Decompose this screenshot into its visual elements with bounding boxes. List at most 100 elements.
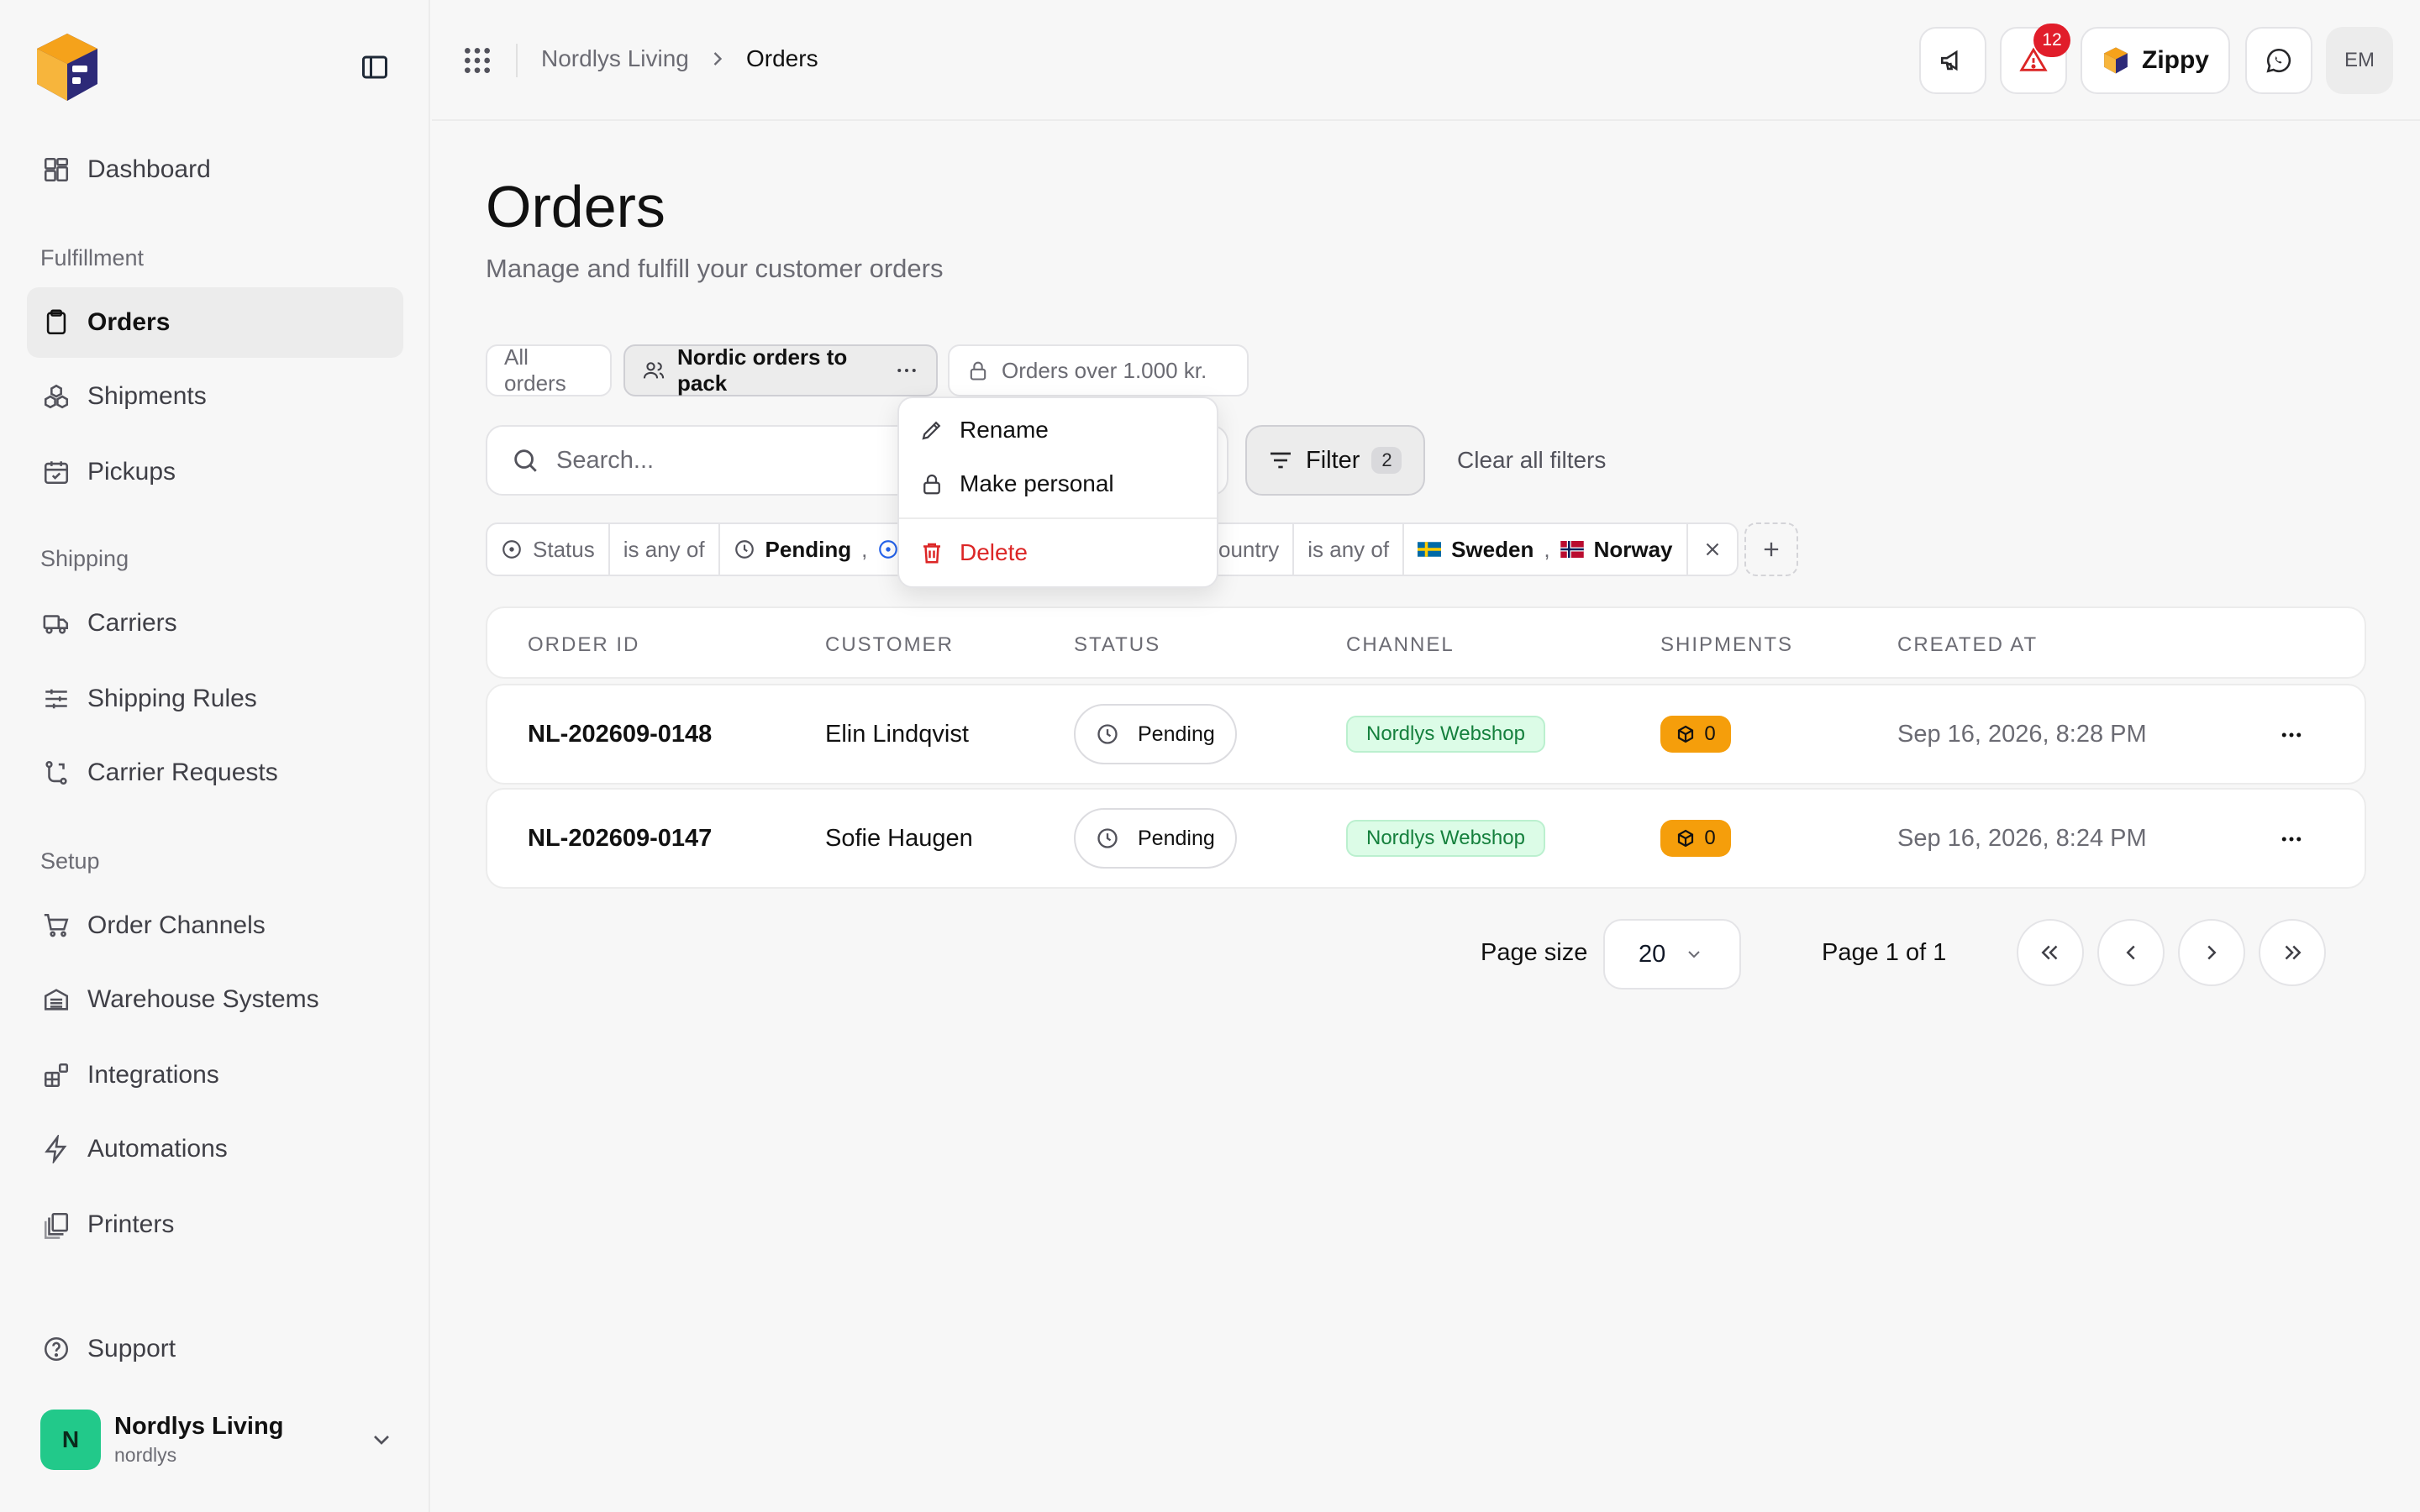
chevron-right-icon xyxy=(2199,940,2224,965)
column-header[interactable]: CREATED AT xyxy=(1897,633,2038,657)
view-context-menu: Rename Make personal Delete xyxy=(897,396,1218,588)
zippy-button[interactable]: Zippy xyxy=(2081,27,2230,94)
page-size-select[interactable]: 20 xyxy=(1603,919,1741,990)
column-header[interactable]: STATUS xyxy=(1074,633,1160,657)
sidebar-item-label: Support xyxy=(87,1335,176,1362)
column-header[interactable]: ORDER ID xyxy=(528,633,639,657)
more-horizontal-icon[interactable] xyxy=(894,358,919,383)
clock-icon xyxy=(734,538,755,560)
page-size-label: Page size xyxy=(1481,939,1588,966)
first-page-button[interactable] xyxy=(2017,919,2084,986)
sidebar-item-automations[interactable]: Automations xyxy=(27,1114,403,1184)
warehouse-icon xyxy=(42,985,71,1014)
tab-nordic-orders[interactable]: Nordic orders to pack xyxy=(623,344,938,396)
next-page-button[interactable] xyxy=(2178,919,2245,986)
menu-item-make-personal[interactable]: Make personal xyxy=(919,470,1114,497)
add-filter-button[interactable] xyxy=(1744,522,1798,576)
announcements-button[interactable] xyxy=(1919,27,1986,94)
shipments-count: 0 xyxy=(1704,722,1716,745)
prev-page-button[interactable] xyxy=(2097,919,2165,986)
trash-icon xyxy=(919,540,944,565)
status-badge: Pending xyxy=(1074,704,1237,764)
sidebar-item-dashboard[interactable]: Dashboard xyxy=(27,134,403,205)
sidebar-item-orders[interactable]: Orders xyxy=(27,287,403,358)
filter-operator[interactable]: is any of xyxy=(1294,524,1405,575)
sidebar-item-label: Carriers xyxy=(87,609,177,637)
sidebar-item-carrier-requests[interactable]: Carrier Requests xyxy=(27,738,403,808)
chevron-down-icon xyxy=(368,1426,395,1453)
apps-grid-icon[interactable] xyxy=(460,44,494,77)
order-id[interactable]: NL-202609-0148 xyxy=(528,721,712,748)
sidebar-item-label: Order Channels xyxy=(87,911,266,939)
filter-button[interactable]: Filter 2 xyxy=(1245,425,1425,496)
dashboard-icon xyxy=(42,155,71,184)
sidebar-item-shipping-rules[interactable]: Shipping Rules xyxy=(27,664,403,734)
more-horizontal-icon[interactable] xyxy=(2277,722,2306,748)
filter-field[interactable]: Status xyxy=(487,524,610,575)
sidebar-item-label: Pickups xyxy=(87,458,176,486)
filter-value: Pending xyxy=(765,536,852,562)
filter-field-label: ountry xyxy=(1218,536,1280,562)
chevrons-left-icon xyxy=(2038,940,2063,965)
sidebar-item-warehouse-systems[interactable]: Warehouse Systems xyxy=(27,964,403,1035)
lock-icon xyxy=(966,359,990,382)
remove-filter-button[interactable] xyxy=(1688,524,1737,575)
alerts-button[interactable]: 12 xyxy=(2000,24,2070,94)
column-header[interactable]: CHANNEL xyxy=(1346,633,1455,657)
filter-separator: , xyxy=(861,536,868,562)
megaphone-icon xyxy=(1939,46,1967,75)
sweden-flag-icon xyxy=(1418,541,1442,558)
app-logo[interactable] xyxy=(30,30,104,104)
filter-value: Sweden xyxy=(1451,536,1534,562)
menu-item-label: Make personal xyxy=(960,470,1114,496)
filter-lines-icon xyxy=(1267,447,1294,474)
filter-values[interactable]: Sweden , Norway xyxy=(1404,524,1688,575)
chevron-left-icon xyxy=(2118,940,2144,965)
last-page-button[interactable] xyxy=(2259,919,2326,986)
status-circle-icon xyxy=(877,538,899,560)
filter-operator[interactable]: is any of xyxy=(610,524,720,575)
table-row[interactable]: NL-202609-0148 Elin Lindqvist Pending No… xyxy=(486,684,2366,785)
sidebar-item-label: Automations xyxy=(87,1135,228,1163)
breadcrumb-parent[interactable]: Nordlys Living xyxy=(541,45,689,72)
chat-button[interactable] xyxy=(2245,27,2312,94)
sidebar-item-pickups[interactable]: Pickups xyxy=(27,437,403,507)
shipments-badge: 0 xyxy=(1660,716,1731,753)
workspace-switcher[interactable]: N Nordlys Living nordlys xyxy=(27,1398,403,1482)
sidebar-item-printers[interactable]: Printers xyxy=(27,1189,403,1260)
shipments-count: 0 xyxy=(1704,827,1716,849)
tab-all-orders[interactable]: All orders xyxy=(486,344,612,396)
menu-item-label: Rename xyxy=(960,417,1049,443)
user-avatar[interactable]: EM xyxy=(2326,27,2393,94)
tab-orders-over-1000[interactable]: Orders over 1.000 kr. xyxy=(948,344,1249,396)
menu-item-delete[interactable]: Delete xyxy=(919,539,1028,566)
filter-chip-status: Status is any of Pending , xyxy=(486,522,952,576)
menu-divider xyxy=(899,517,1217,519)
channel-badge: Nordlys Webshop xyxy=(1346,820,1545,857)
blocks-icon xyxy=(42,1061,71,1089)
sidebar-item-carriers[interactable]: Carriers xyxy=(27,588,403,659)
panel-toggle-icon[interactable] xyxy=(360,52,393,82)
column-header[interactable]: CUSTOMER xyxy=(825,633,954,657)
clear-filters-link[interactable]: Clear all filters xyxy=(1457,447,1606,474)
cart-icon xyxy=(42,911,71,940)
column-header[interactable]: SHIPMENTS xyxy=(1660,633,1793,657)
table-row[interactable]: NL-202609-0147 Sofie Haugen Pending Nord… xyxy=(486,788,2366,889)
sliders-icon xyxy=(42,685,71,713)
avatar: N xyxy=(40,1410,101,1470)
sidebar-item-shipments[interactable]: Shipments xyxy=(27,361,403,432)
more-horizontal-icon[interactable] xyxy=(2277,827,2306,852)
workspace-name: Nordlys Living xyxy=(114,1413,284,1440)
sidebar-item-order-channels[interactable]: Order Channels xyxy=(27,890,403,961)
workspace-handle: nordlys xyxy=(114,1444,177,1466)
sidebar-item-integrations[interactable]: Integrations xyxy=(27,1040,403,1110)
page-size-value: 20 xyxy=(1639,940,1666,968)
order-id[interactable]: NL-202609-0147 xyxy=(528,825,712,853)
topbar: Nordlys Living Orders 12 Zippy EM xyxy=(432,0,2420,121)
pencil-icon xyxy=(919,417,944,443)
clock-icon xyxy=(1096,827,1119,850)
menu-item-rename[interactable]: Rename xyxy=(919,417,1049,444)
section-label-fulfillment: Fulfillment xyxy=(40,245,145,270)
sidebar-item-support[interactable]: Support xyxy=(27,1314,403,1384)
circle-dot-icon xyxy=(501,538,523,560)
